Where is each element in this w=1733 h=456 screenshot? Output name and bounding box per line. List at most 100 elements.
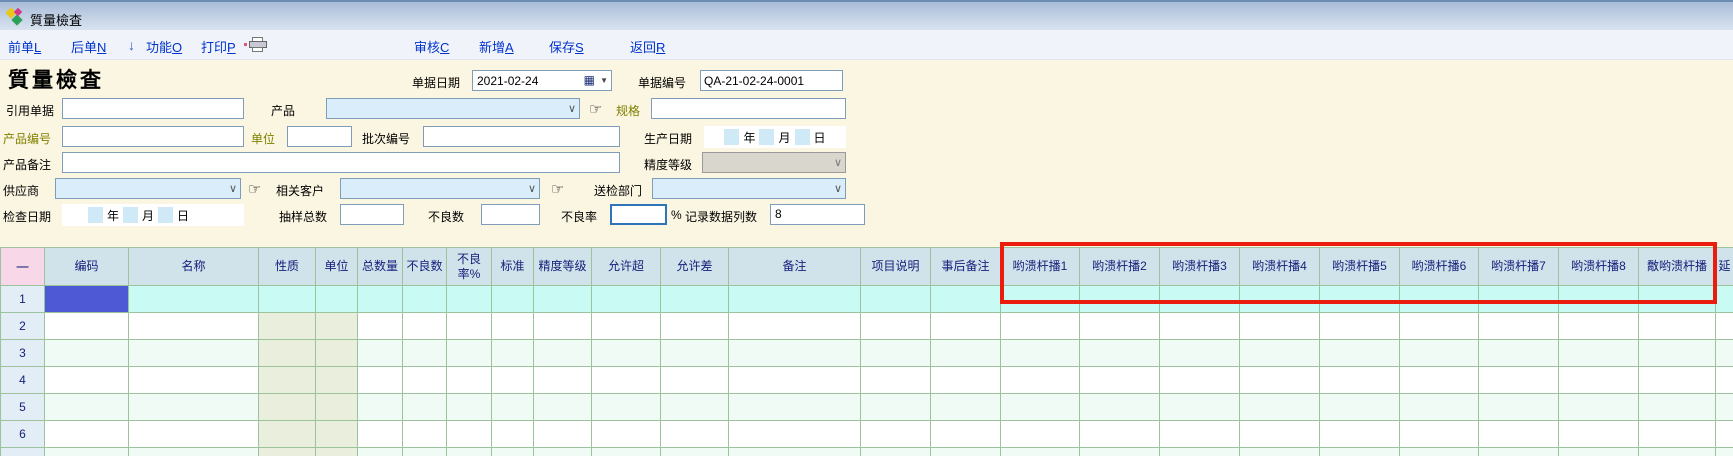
prev-doc-button[interactable]: 前单L [8, 37, 41, 56]
grid-cell[interactable] [316, 286, 358, 313]
grid-cell[interactable] [592, 286, 661, 313]
grid-cell[interactable] [45, 421, 129, 448]
grid-cell[interactable] [358, 313, 403, 340]
grid-column-header[interactable]: 延 [1716, 248, 1733, 286]
batch-no-field[interactable] [423, 126, 620, 147]
grid-cell[interactable] [931, 313, 1001, 340]
next-doc-button[interactable]: 后单N [71, 37, 106, 56]
grid-cell[interactable] [861, 367, 931, 394]
grid-cell[interactable] [1001, 394, 1080, 421]
inspection-dept-combobox[interactable]: ∨ [652, 178, 846, 199]
calendar-icon[interactable]: ▦ [584, 73, 595, 87]
grid-cell[interactable] [1716, 340, 1733, 367]
grid-cell[interactable] [861, 394, 931, 421]
grid-cell[interactable] [492, 313, 534, 340]
grid-cell[interactable] [931, 340, 1001, 367]
grid-cell[interactable] [1479, 340, 1559, 367]
grid-cell[interactable] [592, 394, 661, 421]
grid-cell[interactable] [403, 448, 447, 456]
defect-rate-field[interactable] [610, 204, 667, 225]
grid-cell[interactable] [1400, 286, 1479, 313]
grid-cell[interactable] [534, 367, 592, 394]
grid-cell[interactable] [1716, 421, 1733, 448]
grid-column-header[interactable]: 哟溃杆播5 [1320, 248, 1400, 286]
grid-row-number[interactable]: 5 [1, 394, 45, 421]
check-day-box[interactable] [158, 207, 173, 223]
grid-cell[interactable] [1320, 394, 1400, 421]
grid-cell[interactable] [1240, 421, 1320, 448]
grid-cell[interactable] [661, 340, 729, 367]
grid-cell[interactable] [1320, 367, 1400, 394]
grid-cell[interactable] [1479, 394, 1559, 421]
grid-cell[interactable] [1240, 448, 1320, 456]
grid-column-header[interactable]: 哟溃杆播3 [1160, 248, 1240, 286]
unit-field[interactable] [287, 126, 352, 147]
grid-cell[interactable] [45, 340, 129, 367]
grid-cell[interactable] [1080, 448, 1160, 456]
date-dropdown-icon[interactable]: ▼ [600, 76, 608, 85]
grid-cell[interactable] [316, 421, 358, 448]
grid-row-number[interactable]: 3 [1, 340, 45, 367]
record-columns-field[interactable]: 8 [770, 204, 865, 225]
grid-corner-header[interactable]: 一 [1, 248, 45, 286]
grid-column-header[interactable]: 敿哟溃杆播 [1639, 248, 1716, 286]
grid-cell[interactable] [931, 367, 1001, 394]
grid-cell[interactable] [1080, 367, 1160, 394]
grid-cell[interactable] [661, 394, 729, 421]
grid-cell[interactable] [931, 448, 1001, 456]
grid-cell[interactable] [316, 367, 358, 394]
grid-cell[interactable] [1716, 448, 1733, 456]
grid-cell[interactable] [447, 448, 492, 456]
product-combobox[interactable]: ∨ [326, 98, 580, 119]
grid-cell[interactable] [358, 286, 403, 313]
grid-column-header[interactable]: 备注 [729, 248, 861, 286]
grid-cell[interactable] [447, 313, 492, 340]
grid-cell[interactable] [492, 340, 534, 367]
grid-cell[interactable] [861, 421, 931, 448]
grid-column-header[interactable]: 哟溃杆播6 [1400, 248, 1479, 286]
grid-cell[interactable] [1639, 340, 1716, 367]
grid-cell[interactable] [1080, 313, 1160, 340]
grid-cell[interactable] [534, 286, 592, 313]
print-button[interactable]: 打印P [201, 37, 236, 56]
grid-cell[interactable] [861, 313, 931, 340]
grid-cell[interactable] [1160, 313, 1240, 340]
grid-cell[interactable] [45, 313, 129, 340]
grid-cell[interactable] [1001, 340, 1080, 367]
grid-cell[interactable] [1160, 367, 1240, 394]
grid-cell[interactable] [358, 448, 403, 456]
customer-lookup-icon[interactable]: ☞ [551, 180, 564, 198]
grid-cell[interactable] [259, 340, 316, 367]
grid-row-number[interactable]: 4 [1, 367, 45, 394]
doc-date-field[interactable]: 2021-02-24 ▦ ▼ [472, 70, 612, 91]
grid-cell[interactable] [1320, 313, 1400, 340]
grid-cell[interactable] [592, 448, 661, 456]
grid-cell[interactable] [259, 313, 316, 340]
product-note-field[interactable] [62, 152, 620, 173]
grid-cell[interactable] [1080, 286, 1160, 313]
grid-cell[interactable] [45, 367, 129, 394]
production-year-box[interactable] [724, 129, 739, 145]
grid-cell[interactable] [403, 421, 447, 448]
grid-cell[interactable] [447, 394, 492, 421]
functions-button[interactable]: 功能O [146, 37, 182, 56]
grid-cell[interactable] [1479, 367, 1559, 394]
grid-cell[interactable] [1240, 286, 1320, 313]
grid-cell[interactable] [447, 367, 492, 394]
grid-selected-cell[interactable] [45, 286, 129, 313]
grid-column-header[interactable]: 名称 [129, 248, 259, 286]
grid-cell[interactable] [1559, 340, 1639, 367]
grid-column-header[interactable]: 哟溃杆播2 [1080, 248, 1160, 286]
sample-total-field[interactable] [340, 204, 404, 225]
grid-cell[interactable] [1160, 448, 1240, 456]
grid-cell[interactable] [729, 421, 861, 448]
grid-cell[interactable] [1160, 394, 1240, 421]
grid-cell[interactable] [447, 340, 492, 367]
grid-cell[interactable] [861, 340, 931, 367]
grid-cell[interactable] [259, 421, 316, 448]
grid-column-header[interactable]: 不良率% [447, 248, 492, 286]
grid-cell[interactable] [1479, 313, 1559, 340]
grid-cell[interactable] [492, 286, 534, 313]
grid-cell[interactable] [1320, 421, 1400, 448]
grid-cell[interactable] [1639, 421, 1716, 448]
